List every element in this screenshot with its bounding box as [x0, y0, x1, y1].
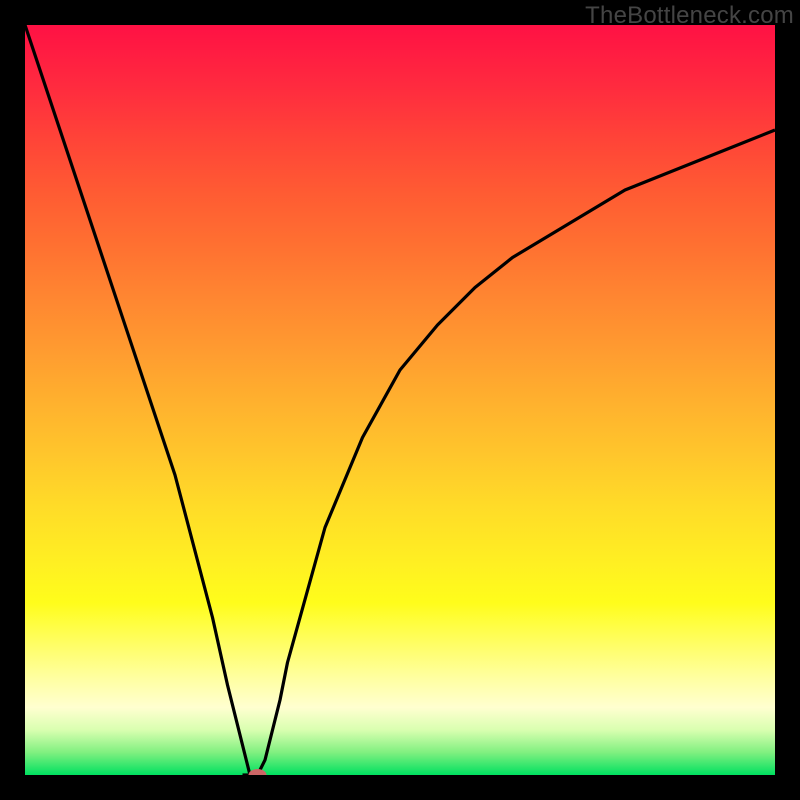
- plot-area: [25, 25, 775, 775]
- curve-overlay: [25, 25, 775, 775]
- source-attribution: TheBottleneck.com: [585, 2, 794, 30]
- bottleneck-curve: [25, 25, 775, 775]
- optimal-marker: [249, 769, 267, 775]
- chart-frame: TheBottleneck.com: [0, 0, 800, 800]
